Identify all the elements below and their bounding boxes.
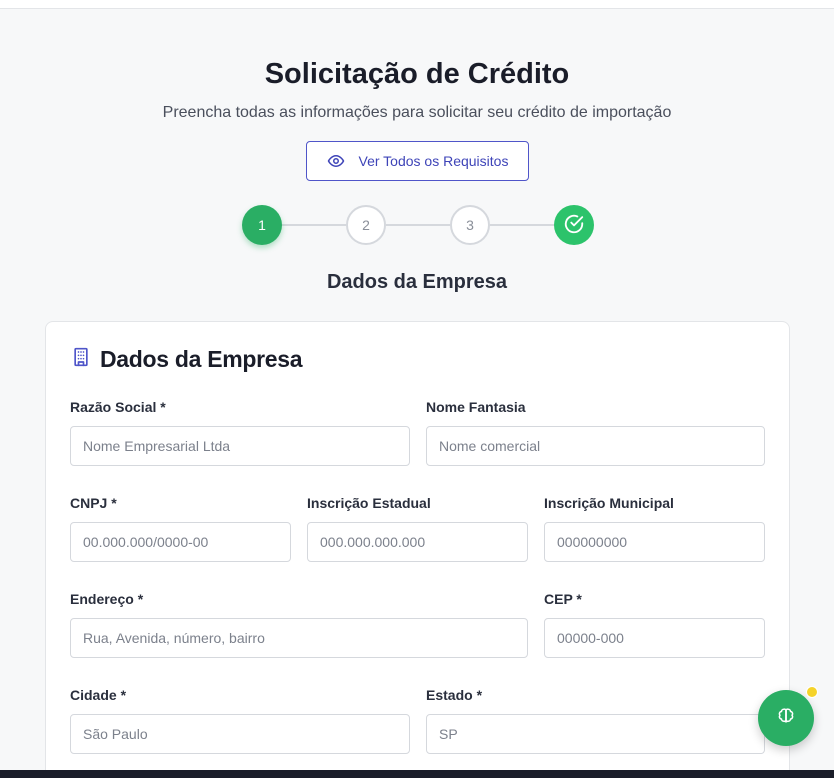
step-2[interactable]: 2 <box>346 205 386 245</box>
razao-social-input[interactable] <box>70 426 410 466</box>
razao-social-label: Razão Social * <box>70 399 166 415</box>
estado-input[interactable] <box>426 714 765 754</box>
notification-dot <box>806 686 818 698</box>
estado-label: Estado * <box>426 687 483 703</box>
progress-stepper: 1 2 3 <box>242 205 594 245</box>
inscricao-estadual-label: Inscrição Estadual <box>307 495 431 511</box>
cnpj-input[interactable] <box>70 522 291 562</box>
cidade-label: Cidade * <box>70 687 127 703</box>
nome-fantasia-label: Nome Fantasia <box>426 399 526 415</box>
inscricao-municipal-label: Inscrição Municipal <box>544 495 674 511</box>
step-complete[interactable] <box>554 205 594 245</box>
brain-icon <box>777 707 795 730</box>
nome-fantasia-input[interactable] <box>426 426 765 466</box>
cep-input[interactable] <box>544 618 765 658</box>
step-3[interactable]: 3 <box>450 205 490 245</box>
bottom-bar <box>0 770 834 778</box>
endereco-label: Endereço * <box>70 591 144 607</box>
top-bar <box>0 0 834 9</box>
cnpj-label: CNPJ * <box>70 495 117 511</box>
page-subtitle: Preencha todas as informações para solic… <box>162 104 672 121</box>
step-connector <box>282 224 346 226</box>
cidade-input[interactable] <box>70 714 410 754</box>
assistant-button[interactable] <box>758 690 814 746</box>
step-connector <box>386 224 450 226</box>
view-requirements-button[interactable]: Ver Todos os Requisitos <box>306 141 529 181</box>
building-icon <box>71 347 91 372</box>
card-title: Dados da Empresa <box>100 346 303 372</box>
view-requirements-label: Ver Todos os Requisitos <box>358 153 509 169</box>
inscricao-municipal-input[interactable] <box>544 522 765 562</box>
cep-label: CEP * <box>544 591 582 607</box>
check-circle-icon <box>563 213 585 238</box>
step-connector <box>490 224 554 226</box>
current-step-title: Dados da Empresa <box>326 271 508 293</box>
eye-icon <box>327 152 345 170</box>
card-header: Dados da Empresa <box>71 346 303 373</box>
endereco-input[interactable] <box>70 618 528 658</box>
company-data-card: Dados da Empresa Razão Social * Nome Fan… <box>45 321 790 778</box>
page-title: Solicitação de Crédito <box>264 58 570 90</box>
inscricao-estadual-input[interactable] <box>307 522 528 562</box>
step-1[interactable]: 1 <box>242 205 282 245</box>
